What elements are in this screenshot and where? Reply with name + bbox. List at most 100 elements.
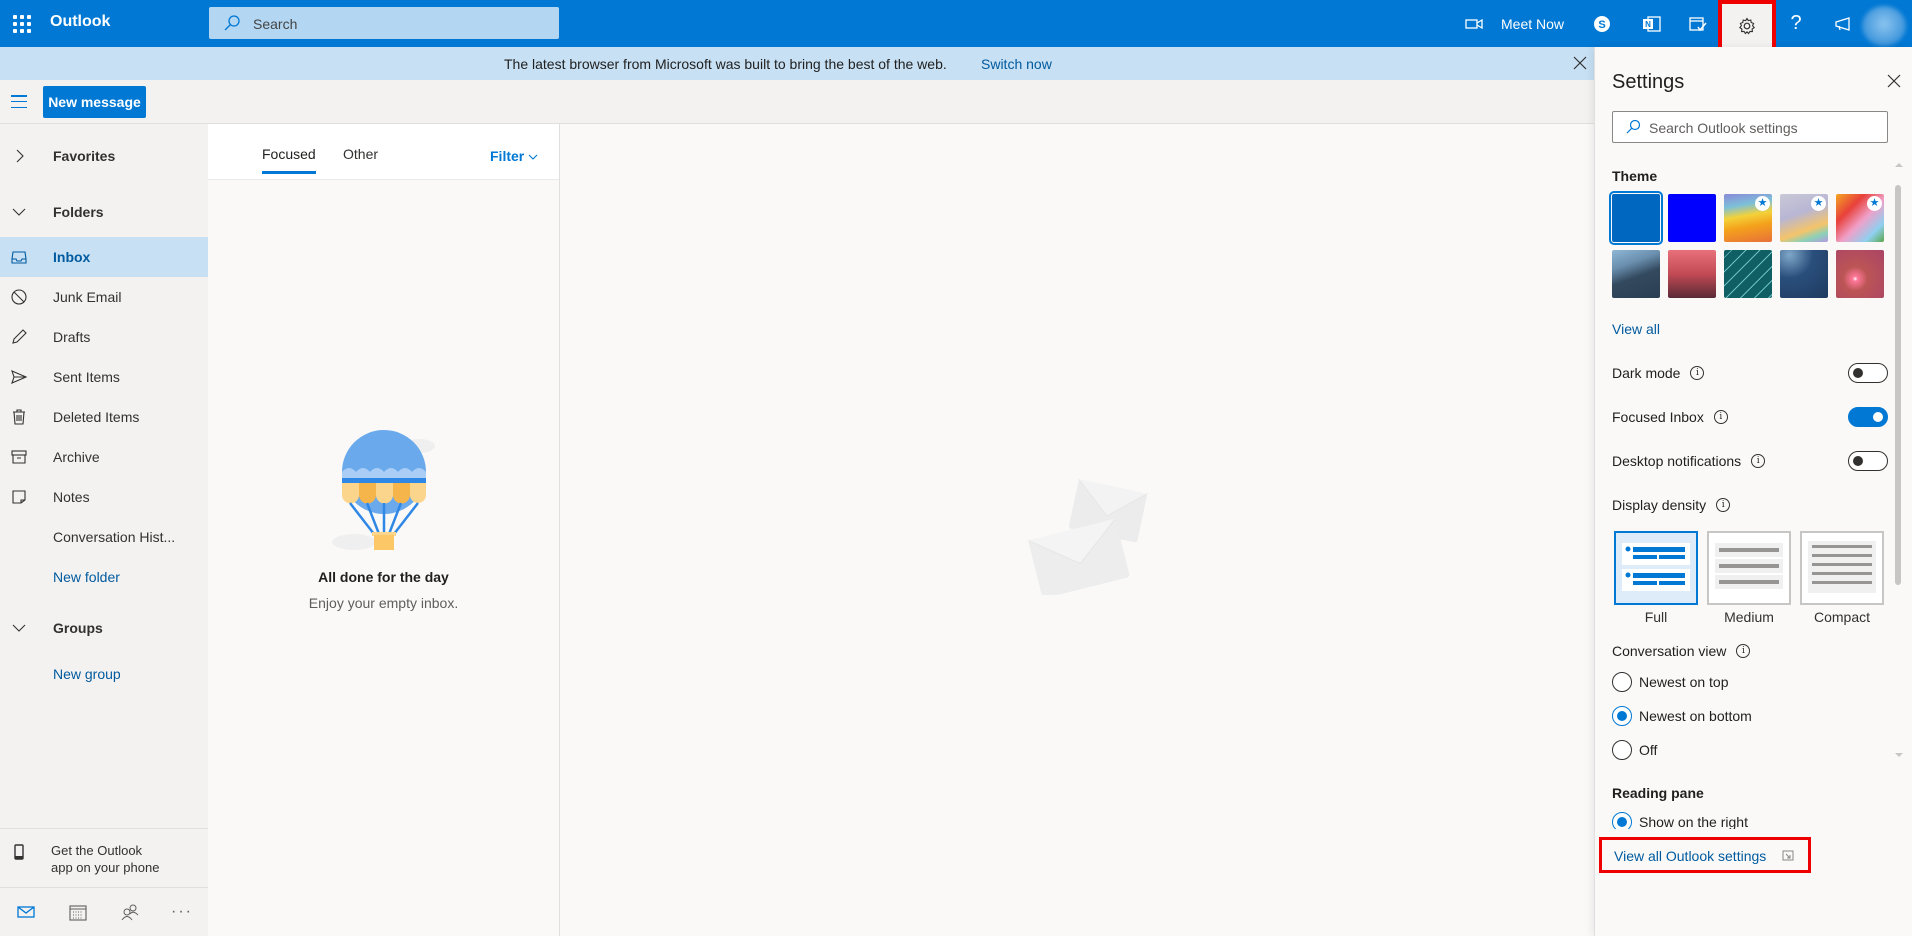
theme-ribbons[interactable]: ★	[1780, 194, 1828, 242]
my-day-icon[interactable]	[1676, 0, 1720, 47]
tab-focused[interactable]: Focused	[262, 146, 316, 174]
empty-inbox-state: All done for the day Enjoy your empty in…	[208, 424, 559, 611]
folder-drafts[interactable]: Drafts	[0, 317, 208, 357]
radio-label: Newest on bottom	[1639, 708, 1752, 724]
folder-sent-items[interactable]: Sent Items	[0, 357, 208, 397]
archive-icon	[11, 450, 27, 464]
density-medium[interactable]	[1707, 531, 1791, 605]
radio-off[interactable]: Off	[1612, 739, 1657, 761]
folder-archive[interactable]: Archive	[0, 437, 208, 477]
close-settings-icon[interactable]	[1885, 72, 1903, 90]
groups-header[interactable]: Groups	[0, 608, 208, 648]
empty-subtitle: Enjoy your empty inbox.	[308, 595, 459, 611]
reading-pane-heading: Reading pane	[1612, 782, 1888, 804]
more-apps-button[interactable]: ···	[156, 888, 208, 936]
people-module-button[interactable]	[104, 888, 156, 936]
dark-mode-setting: Dark mode i	[1612, 362, 1888, 384]
info-icon[interactable]: i	[1713, 410, 1728, 424]
theme-colorful-waves[interactable]: ★	[1724, 194, 1772, 242]
scroll-up-arrow[interactable]	[1895, 163, 1903, 167]
view-all-themes-link[interactable]: View all	[1612, 321, 1660, 337]
open-external-icon	[1782, 850, 1794, 861]
filter-button[interactable]: Filter	[490, 148, 538, 164]
settings-search-input[interactable]: Search Outlook settings	[1612, 111, 1888, 143]
info-icon[interactable]: i	[1736, 644, 1751, 658]
scroll-down-arrow[interactable]	[1895, 753, 1903, 757]
dark-mode-label: Dark mode	[1612, 365, 1681, 381]
close-icon[interactable]	[1570, 53, 1590, 73]
settings-pane: Settings Search Outlook settings Theme ★…	[1594, 47, 1912, 936]
settings-search-placeholder: Search Outlook settings	[1649, 120, 1798, 136]
folder-notes[interactable]: Notes	[0, 477, 208, 517]
dark-mode-toggle[interactable]	[1848, 363, 1888, 383]
settings-scrollbar[interactable]	[1895, 163, 1903, 757]
conversation-view-label: Conversation view	[1612, 643, 1727, 659]
search-icon	[1626, 119, 1641, 134]
trash-icon	[13, 409, 25, 425]
avatar[interactable]	[1862, 6, 1906, 46]
theme-heading: Theme	[1612, 168, 1658, 184]
radio-circle[interactable]	[1612, 812, 1632, 829]
reading-pane-label: Reading pane	[1612, 785, 1704, 801]
theme-ocean[interactable]	[1612, 250, 1660, 298]
get-app-promo[interactable]: Get the Outlook app on your phone	[0, 828, 208, 888]
folder-label: Inbox	[53, 249, 91, 265]
folder-junk-email[interactable]: Junk Email	[0, 277, 208, 317]
info-icon[interactable]: i	[1751, 454, 1766, 468]
theme-circuit[interactable]	[1724, 250, 1772, 298]
onenote-icon[interactable]: N	[1630, 0, 1674, 47]
skype-icon[interactable]: S	[1580, 0, 1624, 47]
mail-module-button[interactable]	[0, 888, 52, 936]
new-group-link[interactable]: New group	[0, 654, 208, 694]
desktop-notifications-toggle[interactable]	[1848, 451, 1888, 471]
folder-label: Conversation Hist...	[53, 529, 176, 545]
folder-conversation-history[interactable]: Conversation Hist...	[0, 517, 208, 557]
info-icon[interactable]: i	[1716, 498, 1731, 512]
new-group-label: New group	[53, 666, 121, 682]
radio-newest-on-top[interactable]: Newest on top	[1612, 671, 1729, 693]
gear-icon	[1738, 17, 1756, 35]
radio-circle[interactable]	[1612, 706, 1632, 726]
new-message-button[interactable]: New message	[43, 86, 146, 118]
scroll-thumb[interactable]	[1895, 185, 1901, 585]
info-icon[interactable]: i	[1690, 366, 1705, 380]
density-full[interactable]	[1614, 531, 1698, 605]
calendar-module-button[interactable]	[52, 888, 104, 936]
svg-text:N: N	[1645, 20, 1651, 29]
radio-label: Show on the right	[1639, 814, 1748, 829]
new-folder-link[interactable]: New folder	[0, 557, 208, 597]
help-icon[interactable]: ?	[1774, 0, 1818, 47]
theme-unicorn[interactable]: ★	[1836, 194, 1884, 242]
view-all-outlook-settings-link[interactable]: View all Outlook settings	[1599, 837, 1811, 873]
search-box[interactable]: Search	[209, 7, 559, 39]
people-icon	[121, 904, 139, 921]
density-compact[interactable]	[1800, 531, 1884, 605]
theme-lights[interactable]	[1836, 250, 1884, 298]
app-title[interactable]: Outlook	[50, 13, 110, 31]
theme-palm-sunset[interactable]	[1668, 250, 1716, 298]
focused-inbox-toggle[interactable]	[1848, 407, 1888, 427]
inbox-pivots: Focused Other Filter	[208, 124, 559, 180]
theme-blueprint[interactable]	[1780, 250, 1828, 298]
chevron-down-icon	[12, 208, 26, 216]
theme-bright-blue[interactable]	[1668, 194, 1716, 242]
feedback-megaphone-icon[interactable]	[1822, 0, 1866, 47]
folder-inbox[interactable]: Inbox	[0, 237, 208, 277]
settings-button[interactable]	[1718, 0, 1776, 52]
radio-newest-on-bottom[interactable]: Newest on bottom	[1612, 705, 1752, 727]
tab-other[interactable]: Other	[343, 146, 378, 162]
premium-star-icon: ★	[1811, 196, 1826, 211]
radio-circle[interactable]	[1612, 672, 1632, 692]
app-launcher-icon[interactable]	[10, 12, 32, 34]
meet-now-button[interactable]: Meet Now	[1465, 0, 1564, 47]
hamburger-menu-icon[interactable]	[11, 95, 27, 108]
switch-now-link[interactable]: Switch now	[981, 56, 1052, 72]
folder-deleted-items[interactable]: Deleted Items	[0, 397, 208, 437]
theme-blue[interactable]	[1609, 191, 1663, 245]
filter-label: Filter	[490, 148, 525, 164]
folders-header[interactable]: Folders	[0, 192, 208, 232]
radio-show-on-right[interactable]: Show on the right	[1612, 811, 1748, 829]
radio-circle[interactable]	[1612, 740, 1632, 760]
meet-now-label: Meet Now	[1501, 15, 1565, 32]
favorites-header[interactable]: Favorites	[0, 136, 208, 176]
